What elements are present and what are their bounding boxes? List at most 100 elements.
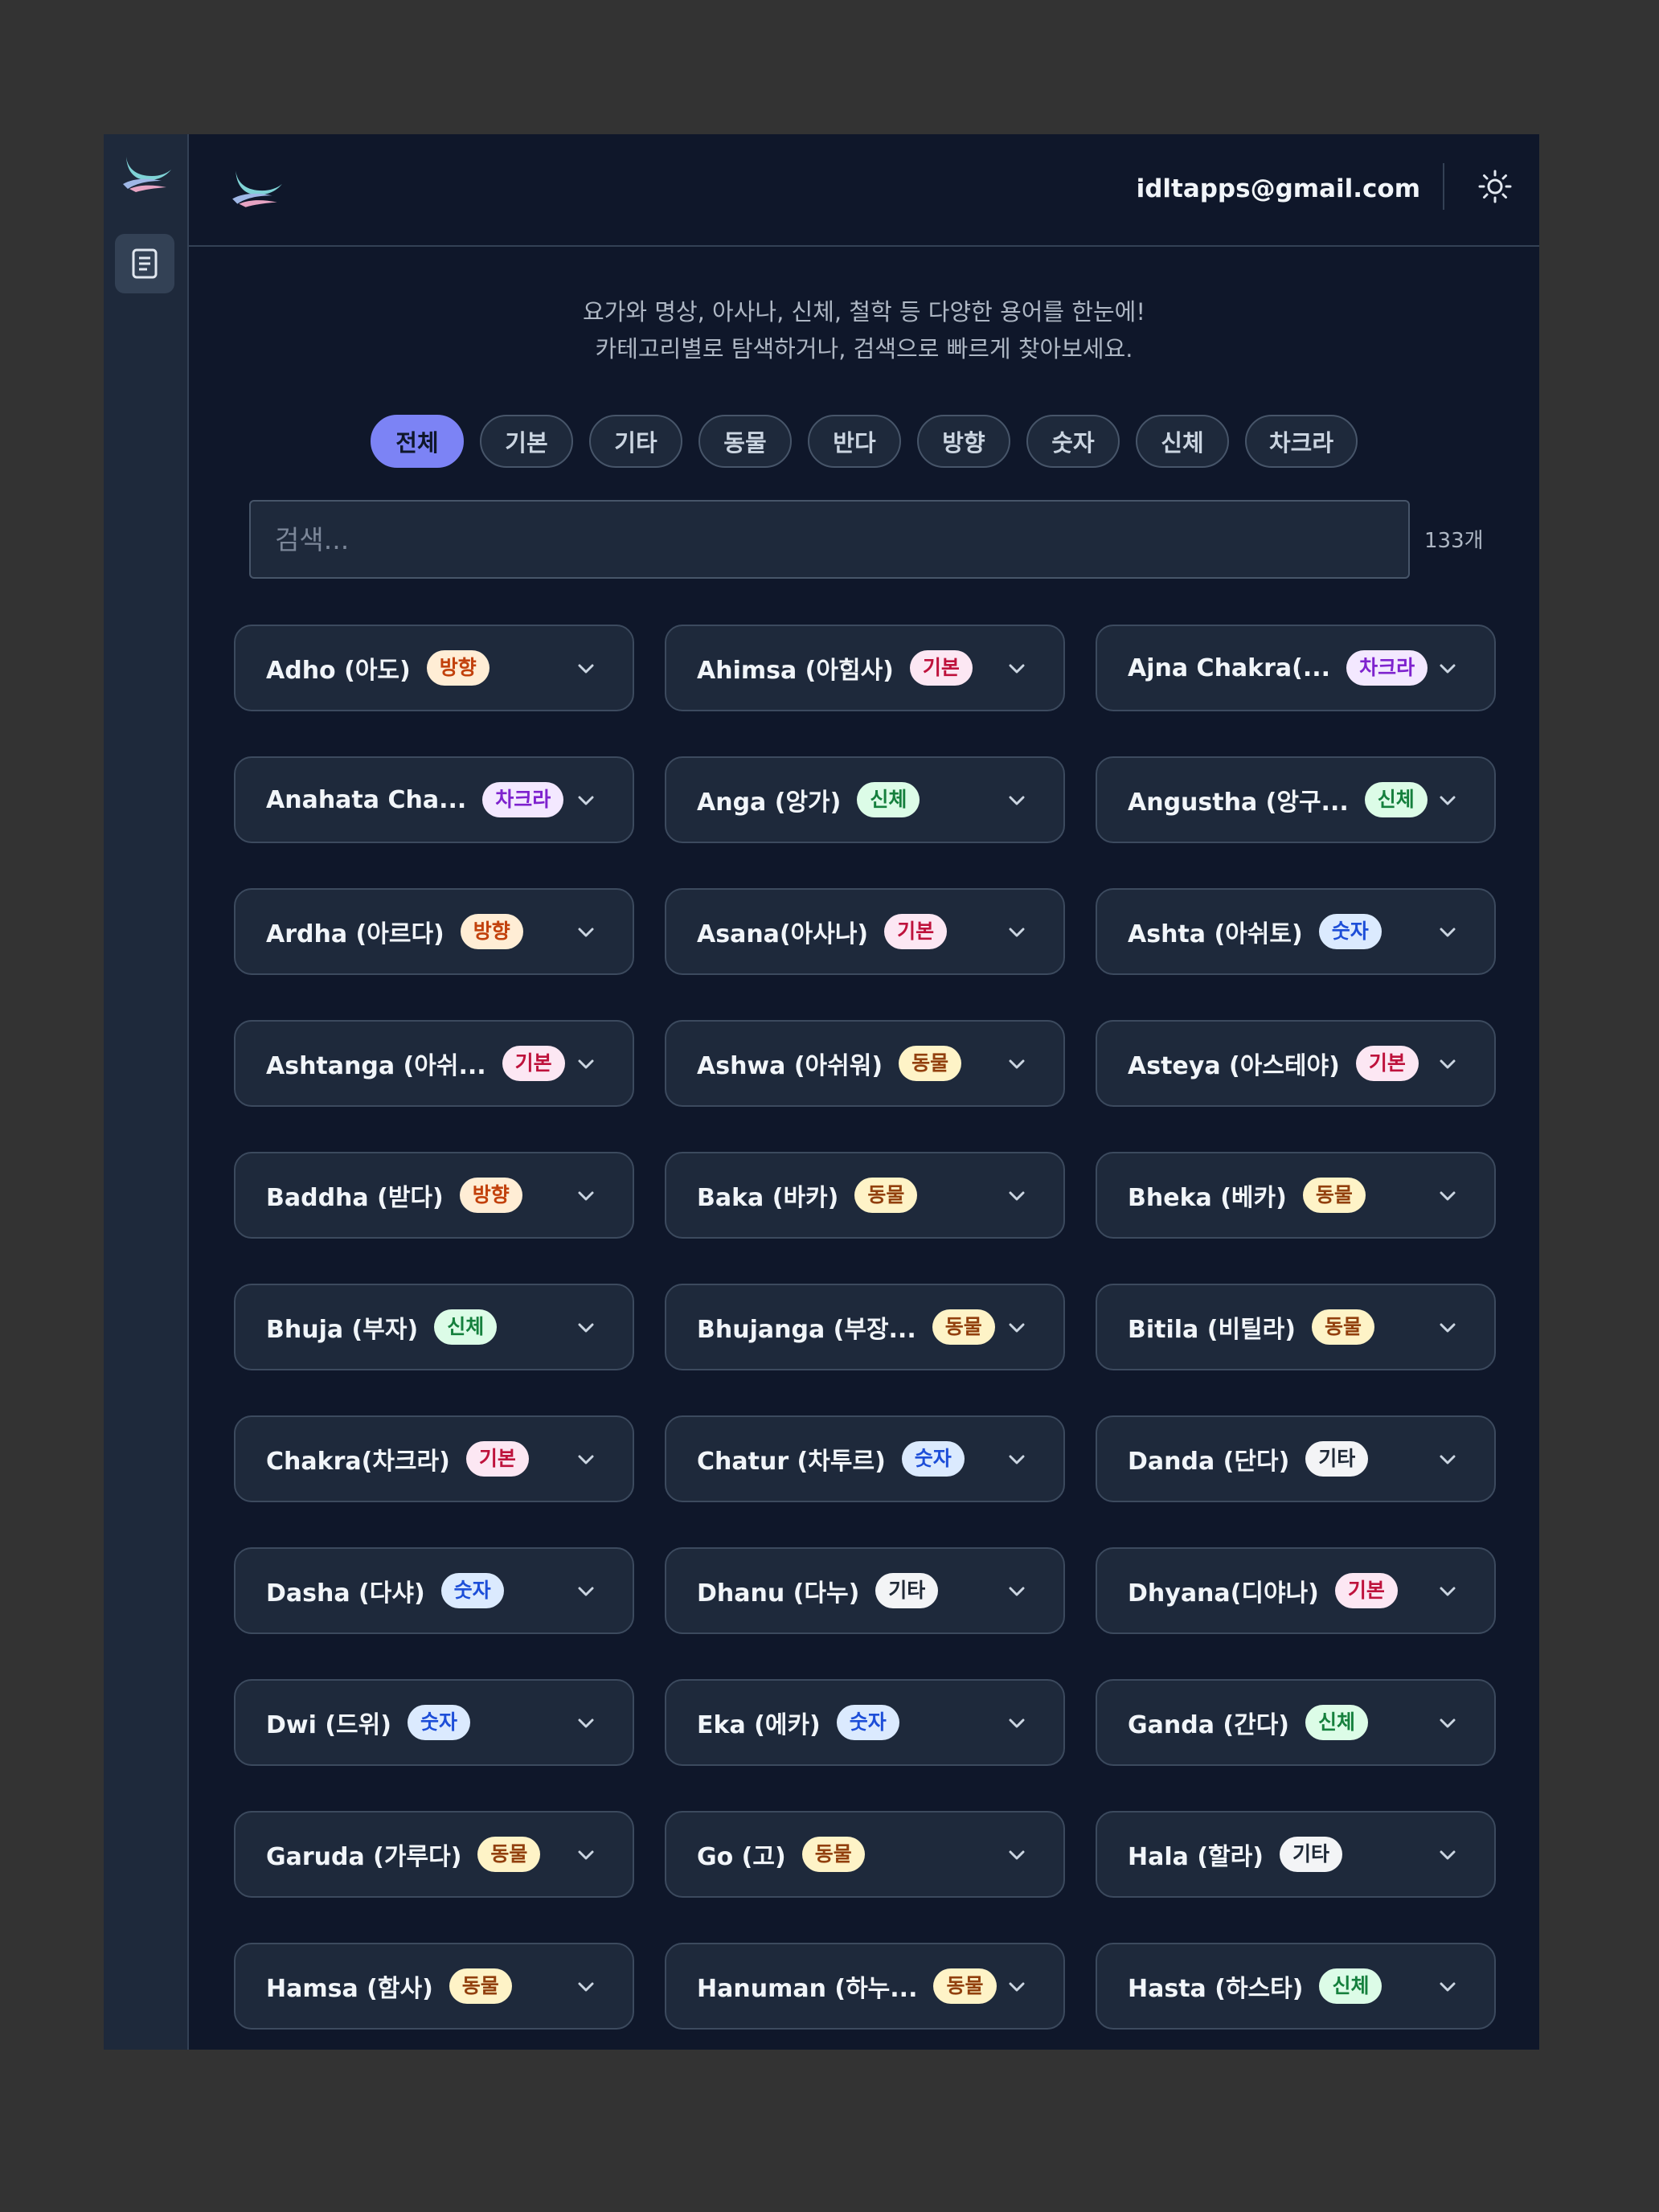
chevron-down-icon[interactable] (575, 1053, 597, 1075)
chevron-down-icon[interactable] (1006, 789, 1028, 812)
term-card[interactable]: Asteya (아스테야) 기본 (1096, 1020, 1496, 1107)
chevron-down-icon[interactable] (1006, 1448, 1028, 1471)
term-card[interactable]: Dhyana(디야나) 기본 (1096, 1547, 1496, 1634)
chevron-down-icon[interactable] (575, 657, 597, 680)
header-logo-icon[interactable] (229, 165, 284, 210)
category-badge: 기타 (1279, 1837, 1342, 1872)
term-card[interactable]: Hanuman (하누... 동물 (665, 1943, 1065, 2030)
term-card[interactable]: Ganda (간다) 신체 (1096, 1679, 1496, 1766)
category-badge: 방향 (460, 914, 523, 949)
search-box[interactable] (249, 500, 1410, 579)
search-input[interactable] (273, 522, 1408, 556)
term-card[interactable]: Hasta (하스타) 신체 (1096, 1943, 1496, 2030)
app-window: idltapps@gmail.com 요가와 명상, 아사나, 신체, 철학 등… (104, 134, 1539, 2050)
term-card[interactable]: Dhanu (다누) 기타 (665, 1547, 1065, 1634)
chevron-down-icon[interactable] (575, 1448, 597, 1471)
chevron-down-icon[interactable] (1436, 1185, 1459, 1207)
chevron-down-icon[interactable] (1436, 1712, 1459, 1735)
term-title: Bhujanga (부장... (697, 1316, 916, 1344)
category-badge: 동물 (854, 1178, 918, 1213)
filter-chip[interactable]: 기타 (588, 415, 682, 468)
chevron-down-icon[interactable] (1006, 1580, 1028, 1603)
category-badge: 동물 (477, 1837, 541, 1872)
chevron-down-icon[interactable] (575, 1185, 597, 1207)
category-badge: 기본 (909, 650, 973, 686)
term-card[interactable]: Ajna Chakra(... 차크라 (1096, 625, 1496, 711)
chevron-down-icon[interactable] (1436, 1580, 1459, 1603)
theme-toggle-button[interactable] (1475, 166, 1515, 207)
term-card[interactable]: Anga (앙가) 신체 (665, 756, 1065, 843)
term-card[interactable]: Ashta (아쉬토) 숫자 (1096, 888, 1496, 975)
chevron-down-icon[interactable] (1436, 1844, 1459, 1866)
chevron-down-icon[interactable] (1436, 1976, 1459, 1998)
filter-chip[interactable]: 숫자 (1026, 415, 1120, 468)
filter-chip[interactable]: 기본 (479, 415, 573, 468)
chevron-down-icon[interactable] (575, 921, 597, 944)
chevron-down-icon[interactable] (1436, 921, 1459, 944)
term-card[interactable]: Hala (할라) 기타 (1096, 1811, 1496, 1898)
term-card[interactable]: Dwi (드위) 숫자 (234, 1679, 634, 1766)
user-email[interactable]: idltapps@gmail.com (1137, 173, 1420, 205)
term-card[interactable]: Asana(아사나) 기본 (665, 888, 1065, 975)
chevron-down-icon[interactable] (1436, 657, 1459, 680)
chevron-down-icon[interactable] (1006, 1185, 1028, 1207)
chevron-down-icon[interactable] (1006, 1317, 1028, 1339)
term-card[interactable]: Bhujanga (부장... 동물 (665, 1284, 1065, 1370)
term-card[interactable]: Bhuja (부자) 신체 (234, 1284, 634, 1370)
term-card[interactable]: Danda (단다) 기타 (1096, 1415, 1496, 1502)
category-badge: 숫자 (440, 1573, 504, 1608)
term-card[interactable]: Bitila (비틸라) 동물 (1096, 1284, 1496, 1370)
filter-chip[interactable]: 반다 (807, 415, 901, 468)
category-badge: 방향 (459, 1178, 522, 1213)
term-card[interactable]: Chakra(차크라) 기본 (234, 1415, 634, 1502)
chevron-down-icon[interactable] (575, 1976, 597, 1998)
category-badge: 신체 (857, 782, 920, 817)
term-title: Asana(아사나) (697, 920, 869, 948)
chevron-down-icon[interactable] (575, 1844, 597, 1866)
chevron-down-icon[interactable] (1436, 789, 1459, 812)
chevron-down-icon[interactable] (575, 1712, 597, 1735)
term-card[interactable]: Go (고) 동물 (665, 1811, 1065, 1898)
term-title: Ashta (아쉬토) (1128, 920, 1303, 948)
term-title: Ashtanga (아쉬... (266, 1052, 486, 1080)
chevron-down-icon[interactable] (1436, 1053, 1459, 1075)
document-icon (132, 248, 158, 279)
term-card[interactable]: Garuda (가루다) 동물 (234, 1811, 634, 1898)
chevron-down-icon[interactable] (1006, 1712, 1028, 1735)
filter-chip[interactable]: 방향 (916, 415, 1010, 468)
term-title: Dhanu (다누) (697, 1579, 860, 1608)
term-card[interactable]: Anahata Cha... 차크라 (234, 756, 634, 843)
chevron-down-icon[interactable] (575, 1317, 597, 1339)
chevron-down-icon[interactable] (1436, 1317, 1459, 1339)
term-card[interactable]: Hamsa (함사) 동물 (234, 1943, 634, 2030)
chevron-down-icon[interactable] (1006, 1976, 1028, 1998)
chevron-down-icon[interactable] (575, 1580, 597, 1603)
app-logo-icon[interactable] (120, 152, 173, 194)
term-card[interactable]: Bheka (베카) 동물 (1096, 1152, 1496, 1239)
term-card[interactable]: Chatur (차투르) 숫자 (665, 1415, 1065, 1502)
filter-chip[interactable]: 신체 (1135, 415, 1229, 468)
term-title: Baddha (받다) (266, 1184, 444, 1212)
term-card[interactable]: Angustha (앙구... 신체 (1096, 756, 1496, 843)
term-card[interactable]: Adho (아도) 방향 (234, 625, 634, 711)
chevron-down-icon[interactable] (575, 789, 597, 812)
term-card[interactable]: Ahimsa (아힘사) 기본 (665, 625, 1065, 711)
term-card[interactable]: Baddha (받다) 방향 (234, 1152, 634, 1239)
filter-chip[interactable]: 전체 (370, 415, 464, 468)
chevron-down-icon[interactable] (1006, 657, 1028, 680)
chevron-down-icon[interactable] (1006, 1844, 1028, 1866)
dictionary-nav-button[interactable] (115, 234, 174, 293)
filter-chip[interactable]: 차크라 (1244, 415, 1358, 468)
term-card[interactable]: Ashwa (아쉬워) 동물 (665, 1020, 1065, 1107)
filter-chip[interactable]: 동물 (698, 415, 792, 468)
chevron-down-icon[interactable] (1006, 1053, 1028, 1075)
chevron-down-icon[interactable] (1006, 921, 1028, 944)
chevron-down-icon[interactable] (1436, 1448, 1459, 1471)
left-rail (104, 134, 189, 2050)
term-card[interactable]: Ardha (아르다) 방향 (234, 888, 634, 975)
term-card[interactable]: Dasha (다샤) 숫자 (234, 1547, 634, 1634)
term-title: Hasta (하스타) (1128, 1975, 1304, 2003)
term-card[interactable]: Eka (에카) 숫자 (665, 1679, 1065, 1766)
term-card[interactable]: Ashtanga (아쉬... 기본 (234, 1020, 634, 1107)
term-card[interactable]: Baka (바카) 동물 (665, 1152, 1065, 1239)
